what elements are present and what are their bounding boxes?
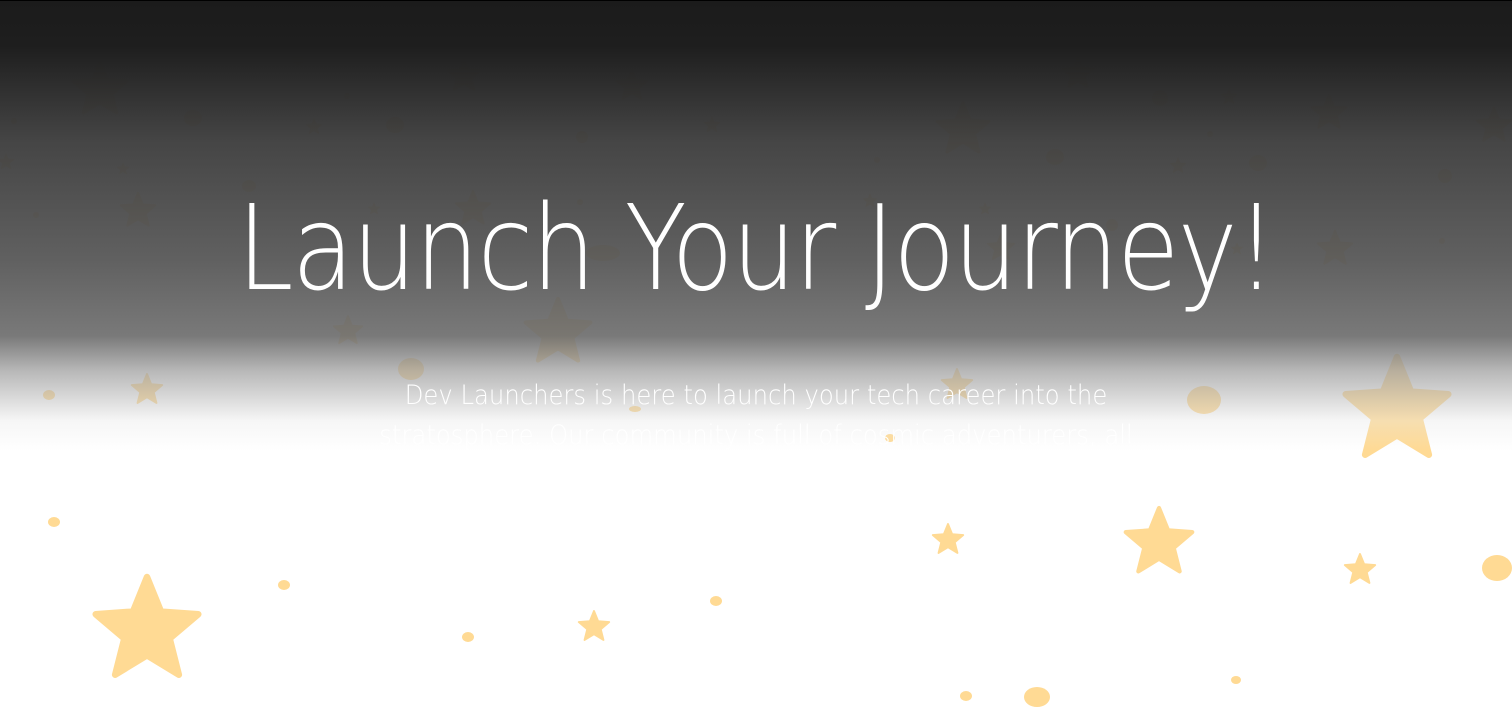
hero-content: Launch Your Journey! Dev Launchers is he… <box>0 0 1512 714</box>
hero-tagline-container: Dev Launchers is here to launch your tec… <box>300 376 1212 450</box>
hero-headline: Launch Your Journey! <box>237 179 1277 317</box>
hero-tagline: Dev Launchers is here to launch your tec… <box>379 380 1133 450</box>
hero-section: Launch Your Journey! Dev Launchers is he… <box>0 0 1512 714</box>
